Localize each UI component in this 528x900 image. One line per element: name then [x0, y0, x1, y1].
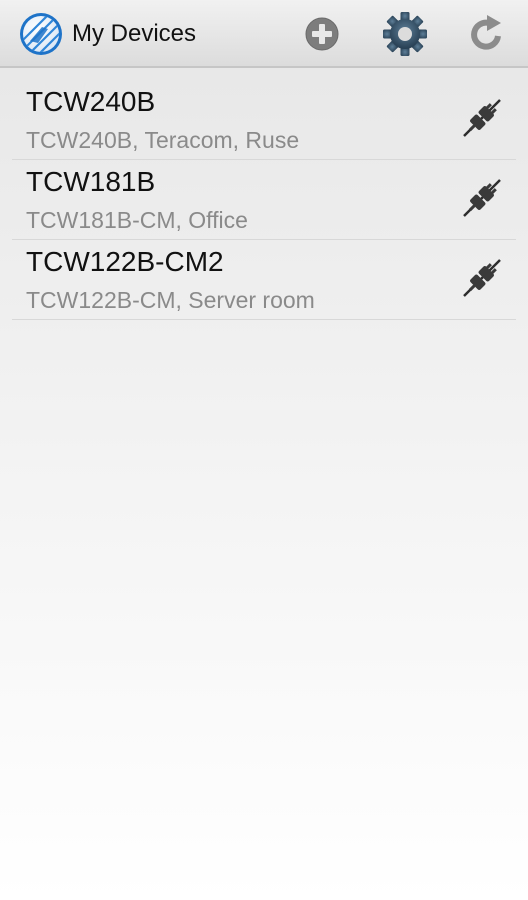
refresh-button[interactable] — [463, 10, 511, 58]
device-list-item[interactable]: TCW122B-CM2 TCW122B-CM, Server room — [12, 240, 516, 320]
device-description: TCW181B-CM, Office — [26, 207, 248, 233]
app-title: My Devices — [72, 20, 197, 47]
disconnected-plug-icon — [463, 99, 501, 137]
device-list-item[interactable]: TCW240B TCW240B, Teracom, Ruse — [12, 80, 516, 160]
action-bar: My Devices — [0, 0, 528, 68]
device-description: TCW240B, Teracom, Ruse — [26, 127, 300, 153]
device-name: TCW181B — [26, 166, 156, 197]
device-list: TCW240B TCW240B, Teracom, Ruse TCW181B T… — [0, 80, 528, 320]
device-description: TCW122B-CM, Server room — [26, 287, 315, 313]
gear-icon — [383, 12, 427, 56]
add-circle-icon — [305, 17, 339, 51]
connection-status-button[interactable] — [460, 96, 504, 140]
disconnected-plug-icon — [463, 259, 501, 297]
device-name: TCW122B-CM2 — [26, 246, 224, 277]
add-device-button[interactable] — [298, 10, 346, 58]
device-name: TCW240B — [26, 86, 156, 117]
settings-button[interactable] — [381, 10, 429, 58]
device-list-item[interactable]: TCW181B TCW181B-CM, Office — [12, 160, 516, 240]
disconnected-plug-icon — [463, 179, 501, 217]
connection-status-button[interactable] — [460, 176, 504, 220]
connection-status-button[interactable] — [460, 256, 504, 300]
refresh-icon — [471, 15, 501, 50]
teracom-logo-icon[interactable] — [18, 11, 64, 57]
